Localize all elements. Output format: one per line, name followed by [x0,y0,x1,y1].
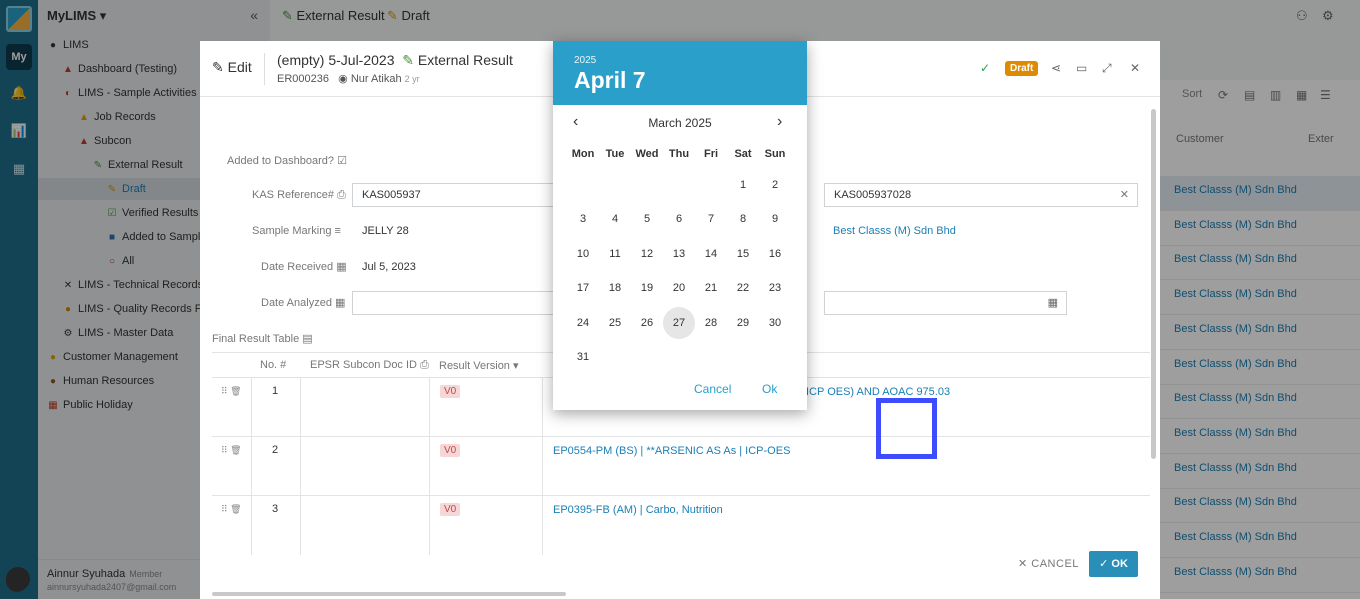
check-circle-icon: ✓ [980,61,991,75]
kas-reference-label: KAS Reference# ⎙ [252,189,346,201]
edit-label: ✎ Edit [212,59,252,75]
calendar-day[interactable]: 9 [759,203,791,235]
weekday-label: Thu [668,148,690,160]
calendar-day[interactable]: 21 [695,272,727,304]
column-result-version[interactable]: Result Version ▾ [439,359,519,372]
picker-cancel-button[interactable]: Cancel [694,382,731,396]
ok-button[interactable]: ✓ OK [1089,551,1138,577]
final-result-table-title: Final Result Table ▤ [212,333,313,345]
calendar-day[interactable]: 12 [631,238,663,270]
calendar-day[interactable]: 7 [695,203,727,235]
focus-highlight [876,398,937,459]
row-number: 3 [272,503,279,515]
horizontal-scrollbar[interactable] [212,592,566,596]
calendar-day[interactable]: 3 [567,203,599,235]
test-link[interactable]: EP0395-FB (AM) | Carbo, Nutrition [553,504,723,516]
weekday-label: Fri [703,148,719,160]
kas-reference-input[interactable]: KAS005937 [352,183,562,207]
picker-year[interactable]: 2025 [574,55,596,66]
test-link[interactable]: EP0554-PM (BS) | **ARSENIC AS As | ICP-O… [553,445,790,457]
test-link[interactable]: ICP OES) AND AOAC 975.03 [806,386,950,398]
version-badge: V0 [440,503,461,516]
customer-link[interactable]: Best Classs (M) Sdn Bhd [833,225,956,237]
calendar-day[interactable]: 31 [567,341,599,373]
calendar-day[interactable]: 19 [631,272,663,304]
calendar-day[interactable]: 22 [727,272,759,304]
calendar-icon[interactable]: ▦ [1048,296,1058,309]
column-no[interactable]: No. # [260,359,286,371]
date-analyzed-right-input[interactable]: ▦ [824,291,1067,315]
row-number: 1 [272,385,279,397]
date-analyzed-input[interactable] [352,291,562,315]
calendar-day[interactable]: 13 [663,238,695,270]
calendar-day[interactable]: 20 [663,272,695,304]
picker-month-label: March 2025 [648,116,712,130]
next-month-button[interactable]: › [777,113,782,131]
calendar-day[interactable]: 16 [759,238,791,270]
comment-icon[interactable]: ▭ [1076,61,1087,75]
calendar-day[interactable]: 15 [727,238,759,270]
version-badge: V0 [440,444,461,457]
drag-handle-icon[interactable]: ⠿ 🗑 [221,386,242,397]
close-icon[interactable]: ✕ [1130,61,1140,75]
date-received-label: Date Received ▦ [261,261,347,273]
drag-handle-icon[interactable]: ⠿ 🗑 [221,445,242,456]
weekday-label: Sat [734,148,752,160]
calendar-day[interactable]: 27 [663,306,695,339]
calendar-day[interactable]: 11 [599,238,631,270]
drag-handle-icon[interactable]: ⠿ 🗑 [221,504,242,515]
date-picker: 2025 April 7 ‹ March 2025 › Mon Tue Wed Thu… [553,41,807,410]
pencil-icon: ✎ [402,52,415,68]
calendar-day[interactable]: 26 [631,307,663,339]
dialog-title: (empty) 5-Jul-2023 ✎ External Result [277,52,513,68]
calendar-day[interactable]: 28 [695,307,727,339]
kas-reference-full-input[interactable]: KAS005937028 ✕ [824,183,1138,207]
calendar-day[interactable]: 10 [567,238,599,270]
sample-marking-value[interactable]: JELLY 28 [362,225,409,237]
added-to-dashboard-label: Added to Dashboard? ☑ [227,155,347,167]
calendar-day[interactable]: 5 [631,203,663,235]
calendar-day[interactable]: 18 [599,272,631,304]
calendar-day[interactable]: 23 [759,272,791,304]
calendar-day[interactable]: 30 [759,307,791,339]
share-icon[interactable]: ⋖ [1051,61,1061,75]
picker-selected-date: April 7 [574,67,646,93]
weekday-label: Tue [605,148,625,160]
version-badge: V0 [440,385,461,398]
calendar-day[interactable]: 4 [599,203,631,235]
table-row[interactable]: ⠿ 🗑 3 V0 EP0395-FB (AM) | Carbo, Nutriti… [212,496,1150,555]
calendar-day[interactable]: 1 [727,169,759,201]
date-received-value[interactable]: Jul 5, 2023 [362,261,416,273]
weekday-label: Wed [635,148,659,160]
sample-marking-label: Sample Marking ≡ [252,225,341,237]
dialog-subtitle: ER000236 ◉ Nur Atikah 2 yr [277,73,420,85]
weekday-label: Mon [571,148,595,160]
vertical-scrollbar[interactable] [1151,109,1156,459]
column-subcon-doc[interactable]: EPSR Subcon Doc ID ⎙ [310,359,429,372]
clear-icon[interactable]: ✕ [1120,188,1129,201]
header-divider [264,53,265,85]
calendar-day[interactable]: 29 [727,307,759,339]
date-analyzed-label: Date Analyzed ▦ [261,297,346,309]
row-number: 2 [272,444,279,456]
calendar-day[interactable]: 14 [695,238,727,270]
status-badge[interactable]: Draft [1005,61,1039,76]
calendar-day[interactable]: 25 [599,307,631,339]
expand-icon[interactable]: ⤢ [1102,61,1112,76]
calendar-day[interactable]: 8 [727,203,759,235]
calendar-day[interactable]: 6 [663,203,695,235]
picker-ok-button[interactable]: Ok [762,382,777,396]
date-picker-header: 2025 April 7 [553,41,807,105]
avatar: ◉ [338,73,348,85]
calendar-day[interactable]: 17 [567,272,599,304]
calendar-day[interactable]: 24 [567,307,599,339]
table-row[interactable]: ⠿ 🗑 2 V0 EP0554-PM (BS) | **ARSENIC AS A… [212,437,1150,496]
cancel-button[interactable]: ✕ CANCEL [1018,557,1079,570]
weekday-label: Sun [764,148,786,160]
calendar-day[interactable]: 2 [759,169,791,201]
